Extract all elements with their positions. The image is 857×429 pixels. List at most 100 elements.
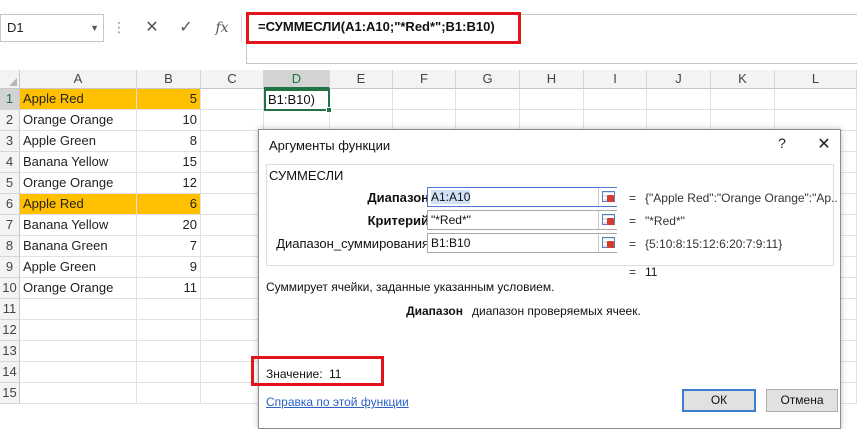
row-header-4[interactable]: 4 xyxy=(0,152,20,173)
collapse-dialog-sum-range-icon[interactable] xyxy=(598,234,617,252)
cell-a2[interactable]: Orange Orange xyxy=(20,110,137,131)
cell-a5[interactable]: Orange Orange xyxy=(20,173,137,194)
active-cell-d1[interactable]: B1:B10) xyxy=(264,89,330,111)
column-header-k[interactable]: K xyxy=(711,70,775,89)
row-header-14[interactable]: 14 xyxy=(0,362,20,383)
arg-input-range[interactable]: A1:A10 xyxy=(427,187,617,207)
column-header-j[interactable]: J xyxy=(647,70,711,89)
cell-a12[interactable] xyxy=(20,320,137,341)
cell-b13[interactable] xyxy=(137,341,201,362)
cell-c10[interactable] xyxy=(201,278,264,299)
cell-a7[interactable]: Banana Yellow xyxy=(20,215,137,236)
collapse-dialog-criteria-icon[interactable] xyxy=(598,211,617,229)
cell-c3[interactable] xyxy=(201,131,264,152)
cell-a9[interactable]: Apple Green xyxy=(20,257,137,278)
function-help-link[interactable]: Справка по этой функции xyxy=(266,395,409,409)
cell-b12[interactable] xyxy=(137,320,201,341)
row-header-11[interactable]: 11 xyxy=(0,299,20,320)
cell-a13[interactable] xyxy=(20,341,137,362)
column-header-e[interactable]: E xyxy=(330,70,393,89)
cell-j1[interactable] xyxy=(647,89,711,110)
cell-h1[interactable] xyxy=(520,89,584,110)
cell-b5[interactable]: 12 xyxy=(137,173,201,194)
cell-d2[interactable] xyxy=(264,110,330,131)
cell-b14[interactable] xyxy=(137,362,201,383)
row-header-5[interactable]: 5 xyxy=(0,173,20,194)
row-header-6[interactable]: 6 xyxy=(0,194,20,215)
cell-c9[interactable] xyxy=(201,257,264,278)
row-header-15[interactable]: 15 xyxy=(0,383,20,404)
column-header-g[interactable]: G xyxy=(456,70,520,89)
column-header-b[interactable]: B xyxy=(137,70,201,89)
cell-h2[interactable] xyxy=(520,110,584,131)
cell-b3[interactable]: 8 xyxy=(137,131,201,152)
cell-a6[interactable]: Apple Red xyxy=(20,194,137,215)
cell-c12[interactable] xyxy=(201,320,264,341)
cell-l1[interactable] xyxy=(775,89,857,110)
cell-b4[interactable]: 15 xyxy=(137,152,201,173)
cell-b2[interactable]: 10 xyxy=(137,110,201,131)
row-header-8[interactable]: 8 xyxy=(0,236,20,257)
row-header-12[interactable]: 12 xyxy=(0,320,20,341)
column-header-d[interactable]: D xyxy=(264,70,330,89)
cell-i2[interactable] xyxy=(584,110,647,131)
cell-j2[interactable] xyxy=(647,110,711,131)
row-header-9[interactable]: 9 xyxy=(0,257,20,278)
cell-g2[interactable] xyxy=(456,110,520,131)
cell-a10[interactable]: Orange Orange xyxy=(20,278,137,299)
cancel-button[interactable]: Отмена xyxy=(766,389,838,412)
enter-check-icon[interactable]: ✓ xyxy=(176,18,196,38)
cell-a4[interactable]: Banana Yellow xyxy=(20,152,137,173)
cell-c8[interactable] xyxy=(201,236,264,257)
cell-i1[interactable] xyxy=(584,89,647,110)
insert-function-fx-icon[interactable]: fx xyxy=(212,18,232,38)
cancel-icon[interactable]: ✕ xyxy=(142,18,162,38)
help-icon[interactable]: ? xyxy=(772,135,792,151)
fill-handle[interactable] xyxy=(326,107,332,113)
cell-a3[interactable]: Apple Green xyxy=(20,131,137,152)
cell-c6[interactable] xyxy=(201,194,264,215)
row-header-2[interactable]: 2 xyxy=(0,110,20,131)
row-header-13[interactable]: 13 xyxy=(0,341,20,362)
arg-input-criteria[interactable]: "*Red*" xyxy=(427,210,617,230)
cell-k1[interactable] xyxy=(711,89,775,110)
cell-e2[interactable] xyxy=(330,110,393,131)
row-header-1[interactable]: 1 xyxy=(0,89,20,110)
arg-input-sum-range[interactable]: B1:B10 xyxy=(427,233,617,253)
column-header-f[interactable]: F xyxy=(393,70,456,89)
column-header-h[interactable]: H xyxy=(520,70,584,89)
cell-b7[interactable]: 20 xyxy=(137,215,201,236)
cell-a1[interactable]: Apple Red xyxy=(20,89,137,110)
ok-button[interactable]: ОК xyxy=(682,389,756,412)
row-header-3[interactable]: 3 xyxy=(0,131,20,152)
cell-b1[interactable]: 5 xyxy=(137,89,201,110)
cell-a11[interactable] xyxy=(20,299,137,320)
cell-c15[interactable] xyxy=(201,383,264,404)
column-header-l[interactable]: L xyxy=(775,70,857,89)
cell-b8[interactable]: 7 xyxy=(137,236,201,257)
column-header-a[interactable]: A xyxy=(20,70,137,89)
formula-bar-resize-handle[interactable]: ⋮ xyxy=(112,14,126,42)
cell-b15[interactable] xyxy=(137,383,201,404)
cell-c2[interactable] xyxy=(201,110,264,131)
cell-a14[interactable] xyxy=(20,362,137,383)
cell-c7[interactable] xyxy=(201,215,264,236)
cell-c5[interactable] xyxy=(201,173,264,194)
cell-a8[interactable]: Banana Green xyxy=(20,236,137,257)
column-header-c[interactable]: C xyxy=(201,70,264,89)
cell-l2[interactable] xyxy=(775,110,857,131)
chevron-down-icon[interactable]: ▼ xyxy=(90,15,99,41)
close-icon[interactable]: ✕ xyxy=(813,134,835,154)
collapse-dialog-range-icon[interactable] xyxy=(598,188,617,206)
cell-b9[interactable]: 9 xyxy=(137,257,201,278)
cell-b10[interactable]: 11 xyxy=(137,278,201,299)
cell-f2[interactable] xyxy=(393,110,456,131)
cell-b6[interactable]: 6 xyxy=(137,194,201,215)
cell-c1[interactable] xyxy=(201,89,264,110)
cell-c4[interactable] xyxy=(201,152,264,173)
cell-e1[interactable] xyxy=(330,89,393,110)
row-header-7[interactable]: 7 xyxy=(0,215,20,236)
column-header-i[interactable]: I xyxy=(584,70,647,89)
name-box[interactable]: D1 ▼ xyxy=(0,14,104,42)
cell-g1[interactable] xyxy=(456,89,520,110)
